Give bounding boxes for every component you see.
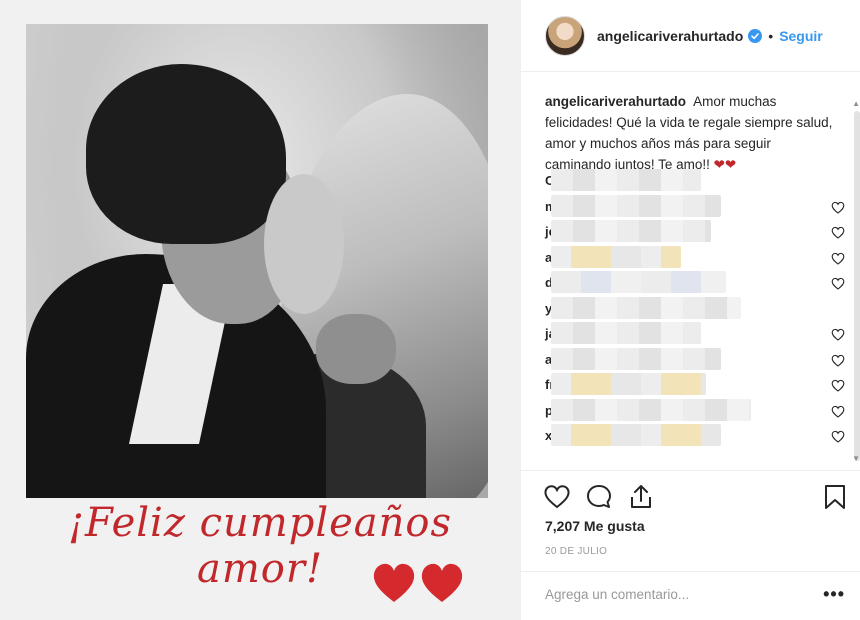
comment-text-pixelated — [551, 271, 726, 293]
comment-item[interactable]: a — [545, 347, 845, 372]
post-sidebar: angelicariverahurtado • Seguir angelicar… — [520, 0, 860, 620]
red-heart-icon — [421, 563, 463, 602]
verified-badge-icon — [748, 28, 763, 43]
comment-text-pixelated — [551, 347, 721, 370]
share-arrow-icon[interactable] — [627, 483, 655, 511]
comment-item[interactable]: ja — [545, 322, 845, 346]
post-actions: 7,207 Me gusta 20 DE JULIO Agrega un com… — [521, 470, 860, 620]
comment-like-heart-icon[interactable] — [831, 379, 845, 392]
scroll-down-arrow-icon[interactable]: ▼ — [852, 454, 860, 463]
comment-like-heart-icon[interactable] — [831, 328, 845, 341]
comment-text-pixelated — [551, 194, 721, 217]
red-heart-icon — [373, 563, 415, 602]
post-header: angelicariverahurtado • Seguir — [521, 0, 860, 72]
header-username[interactable]: angelicariverahurtado — [597, 28, 743, 44]
comment-text-pixelated — [551, 373, 706, 395]
comment-like-heart-icon[interactable] — [831, 277, 845, 290]
comment-like-heart-icon[interactable] — [831, 405, 845, 418]
comments-list[interactable]: angelicariverahurtado Amor muchas felici… — [521, 73, 860, 469]
avatar[interactable] — [545, 15, 585, 56]
heart-outline-icon[interactable] — [543, 483, 571, 511]
comment-like-heart-icon[interactable] — [831, 201, 845, 214]
comment-item[interactable]: C — [545, 169, 835, 193]
post-caption: angelicariverahurtado Amor muchas felici… — [545, 91, 835, 175]
red-hearts — [372, 562, 464, 604]
follow-button[interactable]: Seguir — [779, 28, 823, 44]
caption-author[interactable]: angelicariverahurtado — [545, 94, 686, 109]
comment-text-pixelated — [551, 169, 701, 191]
speech-bubble-icon[interactable] — [585, 483, 613, 511]
more-options-icon[interactable]: ••• — [823, 584, 845, 605]
woman-face — [264, 174, 344, 314]
comment-like-heart-icon[interactable] — [831, 354, 845, 367]
comment-item[interactable]: d — [545, 271, 845, 295]
comment-input[interactable]: Agrega un comentario... — [545, 587, 689, 602]
comment-text-pixelated — [551, 220, 711, 242]
likes-count[interactable]: 7,207 Me gusta — [545, 518, 645, 534]
comment-text-pixelated — [551, 322, 701, 344]
comment-text-pixelated — [551, 296, 741, 319]
comments-scrollbar[interactable]: ▲ ▼ — [852, 85, 860, 465]
post-date[interactable]: 20 DE JULIO — [545, 546, 607, 557]
comment-text-pixelated — [551, 398, 751, 421]
comment-item[interactable]: je — [545, 220, 845, 244]
comment-item[interactable]: m — [545, 194, 845, 219]
comment-text-pixelated — [551, 245, 681, 268]
scroll-up-arrow-icon[interactable]: ▲ — [852, 99, 860, 108]
comment-text-pixelated — [551, 424, 721, 446]
comment-item[interactable]: x — [545, 424, 845, 448]
hand — [316, 314, 396, 384]
comment-item[interactable]: fı — [545, 373, 845, 397]
scrollbar-thumb[interactable] — [854, 111, 860, 461]
comment-like-heart-icon[interactable] — [831, 430, 845, 443]
header-separator: • — [768, 27, 774, 44]
comment-item[interactable]: p — [545, 398, 845, 423]
comment-item[interactable]: y — [545, 296, 835, 321]
add-comment-bar: Agrega un comentario... ••• — [521, 571, 860, 620]
post-image[interactable]: ¡Feliz cumpleaños amor! — [0, 0, 520, 620]
comment-like-heart-icon[interactable] — [831, 252, 845, 265]
bookmark-icon[interactable] — [821, 483, 849, 511]
comment-item[interactable]: a — [545, 245, 845, 270]
kiss-photo — [26, 24, 488, 498]
comment-like-heart-icon[interactable] — [831, 226, 845, 239]
